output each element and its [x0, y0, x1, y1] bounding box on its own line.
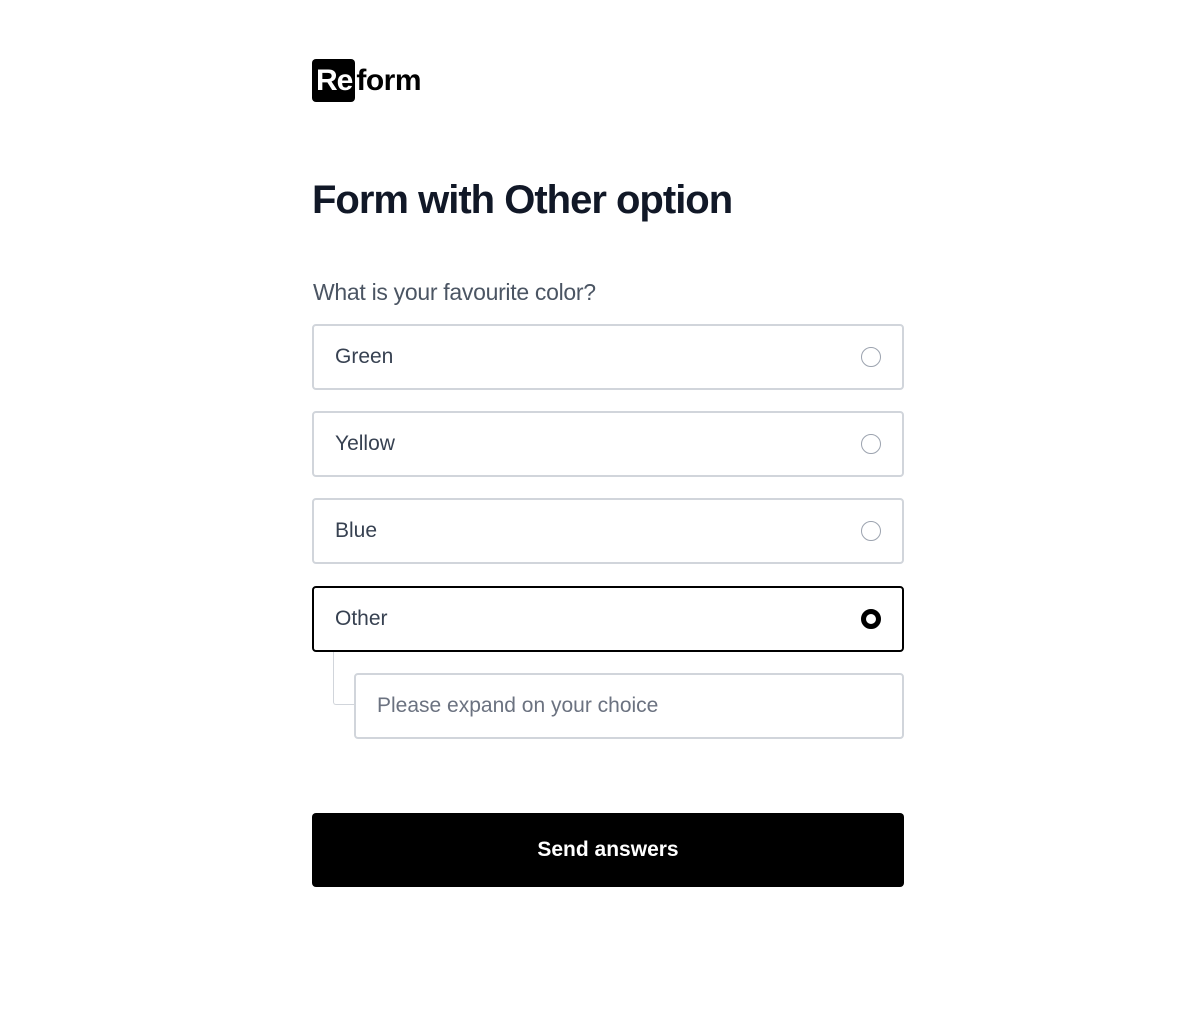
option-label: Other: [335, 607, 388, 630]
other-connector-line: [333, 652, 354, 705]
logo-box: Re: [312, 59, 356, 102]
page-title: Form with Other option: [312, 178, 733, 222]
option-label: Yellow: [335, 432, 395, 455]
option-other[interactable]: Other: [312, 586, 904, 652]
option-blue[interactable]: Blue: [312, 498, 904, 564]
option-label: Blue: [335, 519, 378, 542]
logo-text: form: [356, 64, 422, 97]
send-answers-button[interactable]: Send answers: [312, 813, 904, 887]
radio-unchecked-icon[interactable]: [861, 347, 881, 367]
option-yellow[interactable]: Yellow: [312, 411, 904, 477]
other-expand-input[interactable]: [354, 673, 904, 739]
radio-checked-icon[interactable]: [861, 609, 881, 629]
option-green[interactable]: Green: [312, 324, 904, 390]
question-label: What is your favourite color?: [313, 279, 596, 305]
reform-logo: Re form: [312, 59, 422, 102]
radio-unchecked-icon[interactable]: [861, 434, 881, 454]
option-label: Green: [335, 345, 394, 368]
radio-unchecked-icon[interactable]: [861, 521, 881, 541]
